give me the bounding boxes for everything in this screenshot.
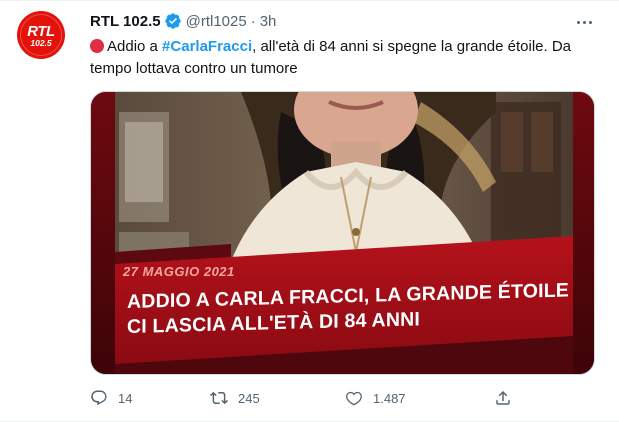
avatar[interactable]: RTL 102.5	[17, 11, 65, 59]
separator: ·	[250, 12, 256, 30]
tweet-text-prefix: Addio a	[107, 38, 163, 55]
divider	[0, 0, 619, 1]
verified-icon	[164, 12, 182, 30]
share-button[interactable]	[494, 387, 522, 409]
share-icon	[496, 390, 510, 405]
like-icon	[346, 391, 362, 406]
handle[interactable]: @rtl1025	[186, 13, 247, 30]
tweet[interactable]: RTL 102.5 RTL 102.5 @rtl1025 · 3h Addio …	[0, 0, 619, 422]
media-image[interactable]: 27 MAGGIO 2021 ADDIO A CARLA FRACCI, LA …	[90, 91, 595, 375]
retweet-button[interactable]: 245	[210, 387, 260, 409]
like-count: 1.487	[373, 390, 406, 406]
media-date: 27 MAGGIO 2021	[123, 264, 235, 279]
reply-count: 14	[118, 390, 133, 406]
tweet-header: RTL 102.5 @rtl1025 · 3h	[90, 11, 276, 31]
display-name[interactable]: RTL 102.5	[90, 13, 161, 30]
hashtag-link[interactable]: #CarlaFracci	[162, 38, 252, 55]
reply-icon	[91, 390, 107, 406]
more-icon[interactable]	[572, 12, 596, 32]
retweet-icon	[210, 391, 228, 405]
avatar-logo-number: 102.5	[30, 38, 52, 48]
timestamp[interactable]: 3h	[260, 13, 277, 30]
tweet-actions: 14 245 1.487	[90, 387, 595, 409]
red-circle-icon	[90, 39, 104, 53]
retweet-count: 245	[238, 390, 260, 406]
like-button[interactable]: 1.487	[345, 387, 406, 409]
reply-button[interactable]: 14	[90, 387, 132, 409]
tweet-text: Addio a #CarlaFracci, all'età di 84 anni…	[90, 36, 595, 80]
